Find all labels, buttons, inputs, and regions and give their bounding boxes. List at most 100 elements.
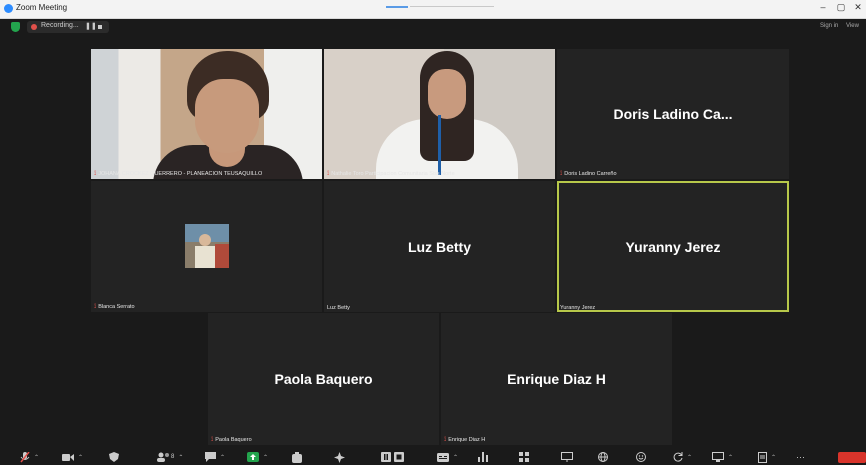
share-screen-icon: [247, 452, 259, 462]
more-button[interactable]: ···: [796, 451, 805, 463]
video-figure-lanyard: [438, 115, 441, 175]
video-tile-yuranny[interactable]: Yuranny Jerez Yuranny Jerez: [557, 181, 789, 312]
chevron-up-icon[interactable]: ⌃: [728, 454, 733, 461]
profile-picture-face: [199, 234, 211, 246]
whiteboard-icon: [561, 452, 573, 462]
title-bar: Zoom Meeting – ▢ ✕: [0, 0, 866, 19]
participant-display-name: Paola Baquero: [274, 371, 373, 387]
video-tile-blanca[interactable]: ⟟ Blanca Serrato: [91, 181, 322, 312]
smiley-icon: [636, 452, 646, 462]
participants-count: 8: [171, 454, 175, 460]
title-divider: [410, 6, 494, 7]
chevron-up-icon[interactable]: ⌃: [687, 454, 692, 461]
polls-button[interactable]: [478, 451, 488, 463]
shield-icon: [109, 452, 119, 462]
stop-recording-icon[interactable]: [98, 25, 102, 29]
participants-icon: [157, 452, 169, 462]
loop-button[interactable]: ⌃: [673, 451, 692, 463]
chevron-up-icon[interactable]: ⌃: [263, 454, 268, 461]
meeting-top-bar: Recording... ❚❚ Sign in View: [0, 19, 866, 36]
profile-picture-background: [215, 244, 229, 268]
chevron-up-icon[interactable]: ⌃: [453, 454, 458, 461]
muted-mic-icon: ⟟: [560, 171, 563, 177]
video-tile-nathalie[interactable]: ⟟ Nathalie Toro Participacion Comunitaria…: [324, 49, 555, 179]
recording-label: Recording...: [41, 22, 79, 29]
end-meeting-button[interactable]: [838, 452, 866, 463]
pause-stop-recording-button[interactable]: [381, 451, 405, 463]
chevron-up-icon[interactable]: ⌃: [220, 454, 225, 461]
chevron-up-icon[interactable]: ⌃: [178, 454, 183, 461]
video-tile-enrique[interactable]: Enrique Diaz H ⟟ Enrique Diaz H: [441, 313, 672, 445]
video-tile-paola[interactable]: Paola Baquero ⟟ Paola Baquero: [208, 313, 439, 445]
participant-video: [91, 49, 322, 179]
monitor-icon: [712, 452, 724, 462]
chevron-up-icon[interactable]: ⌃: [34, 454, 39, 461]
participant-name-label: ⟟ Paola Baquero: [211, 437, 252, 443]
profile-picture-shirt: [195, 246, 217, 268]
microphone-muted-icon: [20, 451, 30, 462]
apps-grid-icon: [519, 452, 529, 462]
video-camera-icon: [62, 453, 74, 461]
refresh-icon: [673, 452, 683, 462]
language-button[interactable]: [598, 451, 608, 463]
participant-name-label: ⟟ Blanca Serrato: [94, 304, 135, 310]
view-button[interactable]: View: [846, 23, 859, 29]
participant-name-label: ⟟ Enrique Diaz H: [444, 437, 486, 443]
globe-icon: [598, 452, 608, 462]
participant-display-name: Luz Betty: [408, 238, 471, 255]
chevron-up-icon[interactable]: ⌃: [771, 454, 776, 461]
profile-picture: [185, 224, 229, 268]
recording-indicator: Recording... ❚❚: [27, 21, 109, 33]
video-tile-luz-betty[interactable]: Luz Betty Luz Betty: [324, 181, 555, 312]
muted-mic-icon: ⟟: [444, 437, 447, 443]
participants-button[interactable]: 8 ⌃: [156, 451, 183, 463]
more-icon: ···: [796, 452, 805, 462]
chat-button[interactable]: ⌃: [205, 451, 225, 463]
participant-display-name: Enrique Diaz H: [507, 371, 606, 387]
cc-icon: [437, 452, 449, 462]
participant-name-label: Yuranny Jerez: [560, 305, 596, 311]
muted-mic-icon: ⟟: [327, 171, 330, 177]
close-button[interactable]: ✕: [849, 2, 866, 13]
document-icon: [758, 451, 767, 463]
participant-video: [324, 49, 555, 179]
captions-button[interactable]: ⌃: [437, 451, 458, 463]
video-tile-johana[interactable]: ⟟ JOHANA CROCKEZ GUERRERO - PLANEACION TE…: [91, 49, 322, 179]
video-button[interactable]: ⌃: [62, 451, 83, 463]
security-button[interactable]: [109, 451, 119, 463]
share-screen-button[interactable]: ⌃: [247, 451, 268, 463]
reactions-button[interactable]: [334, 451, 345, 463]
meeting-toolbar: ⌃ ⌃ 8 ⌃ ⌃ ⌃ ⌃ ⌃ ⌃ ⌃ ···: [0, 449, 866, 465]
video-figure-face: [195, 79, 259, 153]
video-figure-face: [428, 69, 466, 119]
window-title: Zoom Meeting: [16, 3, 68, 12]
mute-button[interactable]: ⌃: [20, 451, 39, 463]
chevron-up-icon[interactable]: ⌃: [78, 454, 83, 461]
muted-mic-icon: ⟟: [94, 171, 97, 177]
maximize-button[interactable]: ▢: [832, 2, 850, 13]
record-icon: [292, 451, 302, 463]
notes-button[interactable]: [636, 451, 646, 463]
record-button[interactable]: [292, 451, 302, 463]
docs-button[interactable]: ⌃: [758, 451, 776, 463]
sparkle-icon: [334, 451, 345, 463]
record-dot-icon: [31, 24, 37, 30]
participant-name-label: ⟟ JOHANA CROCKEZ GUERRERO - PLANEACION TE…: [94, 171, 263, 177]
bar-chart-icon: [478, 452, 488, 462]
pause-stop-icon: [381, 452, 404, 462]
shield-icon[interactable]: [11, 22, 20, 32]
participant-display-name: Yuranny Jerez: [625, 238, 721, 255]
muted-mic-icon: ⟟: [211, 437, 214, 443]
video-tile-doris[interactable]: Doris Ladino Ca... ⟟ Doris Ladino Carreño: [557, 49, 789, 179]
minimize-button[interactable]: –: [814, 2, 832, 12]
whiteboard-button[interactable]: [561, 451, 573, 463]
participant-name-label: ⟟ Nathalie Toro Participacion Comunitaria…: [327, 171, 455, 177]
sign-in-link[interactable]: Sign in: [820, 23, 838, 29]
participant-name-label: Luz Betty: [327, 305, 350, 311]
participant-display-name: Doris Ladino Ca...: [613, 106, 733, 122]
pause-recording-icon[interactable]: ❚❚: [85, 22, 97, 30]
show-screen-button[interactable]: ⌃: [712, 451, 733, 463]
apps-button[interactable]: [519, 451, 529, 463]
participant-name-label: ⟟ Doris Ladino Carreño: [560, 171, 617, 177]
chat-icon: [205, 452, 216, 462]
